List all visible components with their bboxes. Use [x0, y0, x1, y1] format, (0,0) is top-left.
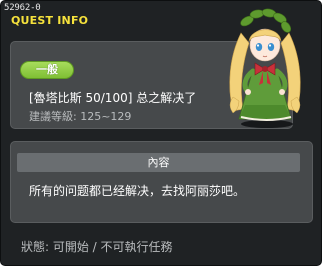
window-title: QUEST INFO [11, 14, 89, 27]
quest-info-window: 52962-0 QUEST INFO 一般 [魯塔比斯 50/100] 总之解决… [0, 0, 322, 266]
content-text: 所有的问题都已经解决，去找阿丽莎吧。 [29, 184, 246, 198]
quest-category-badge: 一般 [20, 61, 74, 79]
npc-portrait-icon [229, 8, 301, 128]
content-header: 內容 [17, 153, 300, 172]
quest-id: 52962-0 [4, 3, 41, 13]
quest-name: [魯塔比斯 50/100] 总之解决了 [29, 91, 197, 105]
quest-status: 狀態: 可開始 / 不可執行任務 [21, 240, 173, 254]
recommended-level: 建議等級: 125~129 [29, 110, 132, 123]
